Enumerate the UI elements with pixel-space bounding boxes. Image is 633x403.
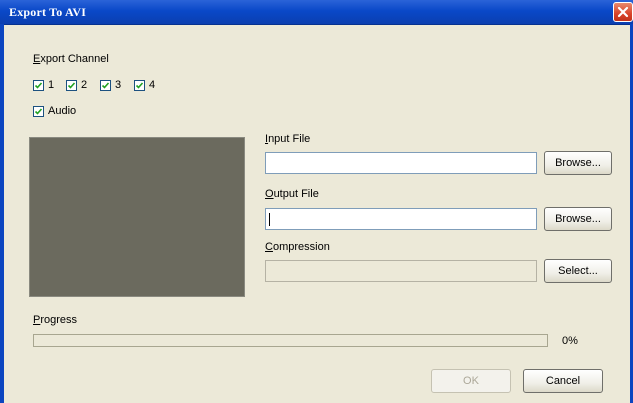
checkmark-icon xyxy=(101,82,110,89)
compression-label: Compression xyxy=(265,241,330,253)
input-file-label: Input File xyxy=(265,133,311,145)
input-browse-button[interactable]: Browse... xyxy=(544,151,612,175)
window-frame-left xyxy=(0,24,4,403)
window-title: Export To AVI xyxy=(9,5,87,19)
audio-label: Audio xyxy=(48,105,77,117)
channel-4-label: 4 xyxy=(149,79,156,91)
input-file-input[interactable] xyxy=(266,153,536,173)
channel-3-checkbox[interactable] xyxy=(100,80,111,91)
title-bar: Export To AVI xyxy=(0,0,633,25)
ok-button[interactable]: OK xyxy=(431,369,511,393)
progress-label: Progress xyxy=(33,314,78,326)
channel-2-checkbox[interactable] xyxy=(66,80,77,91)
video-preview xyxy=(29,137,245,297)
output-file-label: Output File xyxy=(265,188,319,200)
channel-4-checkbox[interactable] xyxy=(134,80,145,91)
output-browse-button[interactable]: Browse... xyxy=(544,207,612,231)
audio-checkbox[interactable] xyxy=(33,106,44,117)
input-file-field[interactable] xyxy=(265,152,537,174)
checkmark-icon xyxy=(135,82,144,89)
checkmark-icon xyxy=(34,108,43,115)
checkmark-icon xyxy=(67,82,76,89)
channel-1-label: 1 xyxy=(48,79,55,91)
progress-bar xyxy=(33,334,548,347)
channel-2-label: 2 xyxy=(81,79,88,91)
output-file-field[interactable] xyxy=(265,208,537,230)
progress-percent: 0% xyxy=(562,335,578,347)
compression-select-button[interactable]: Select... xyxy=(544,259,612,283)
close-icon xyxy=(617,6,629,18)
close-button[interactable] xyxy=(613,2,633,22)
output-file-input[interactable] xyxy=(266,209,536,229)
cancel-button[interactable]: Cancel xyxy=(523,369,603,393)
channel-3-label: 3 xyxy=(115,79,122,91)
checkmark-icon xyxy=(34,82,43,89)
compression-field xyxy=(265,260,537,282)
channel-1-checkbox[interactable] xyxy=(33,80,44,91)
text-caret xyxy=(269,213,270,226)
export-channel-label: Export Channel xyxy=(33,53,109,65)
